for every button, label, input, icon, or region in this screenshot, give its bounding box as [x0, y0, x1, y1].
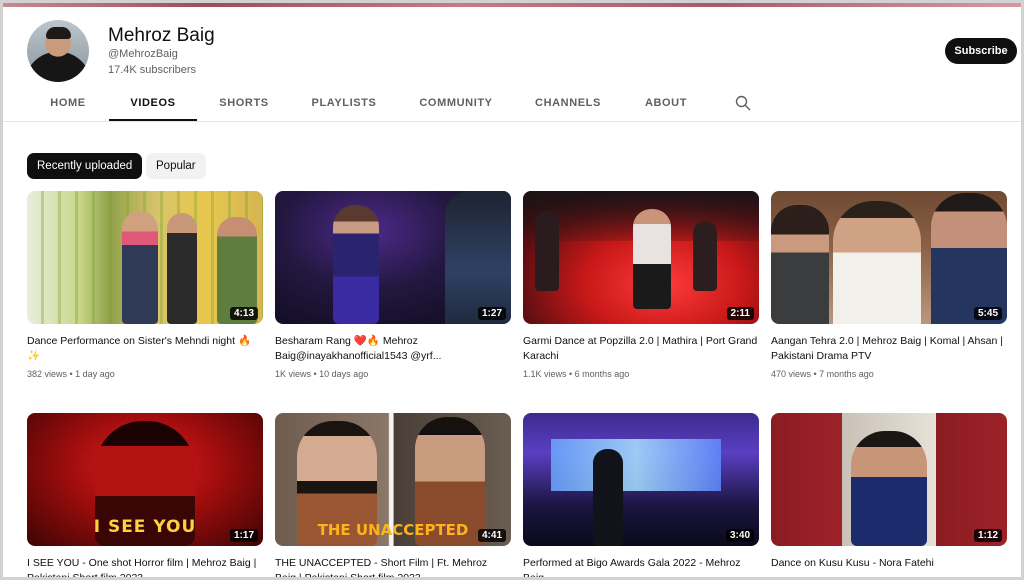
video-duration: 1:12 [973, 529, 1002, 542]
chip-recently-uploaded[interactable]: Recently uploaded [27, 153, 143, 179]
thumbnail-overlay-text: THE UNACCEPTED [317, 521, 469, 539]
tab-videos[interactable]: VIDEOS [109, 88, 197, 121]
video-thumbnail[interactable]: THE UNACCEPTED 4:41 [275, 413, 511, 546]
video-thumbnail[interactable]: I SEE YOU 1:17 [27, 413, 263, 546]
video-meta: 470 views • 7 months ago [771, 369, 874, 379]
video-duration: 5:45 [973, 307, 1002, 320]
video-card[interactable]: 1:27 Besharam Rang ❤️🔥 Mehroz Baig@inaya… [275, 191, 511, 379]
video-card[interactable]: I SEE YOU 1:17 I SEE YOU - One shot Horr… [27, 413, 263, 580]
video-meta: 1K views • 10 days ago [275, 369, 369, 379]
video-card[interactable]: THE UNACCEPTED 4:41 THE UNACCEPTED - Sho… [275, 413, 511, 580]
video-duration: 2:11 [726, 307, 754, 320]
tab-about[interactable]: ABOUT [636, 88, 696, 121]
tab-community[interactable]: COMMUNITY [412, 88, 500, 121]
video-title[interactable]: I SEE YOU - One shot Horror film | Mehro… [27, 556, 263, 580]
video-title[interactable]: Aangan Tehra 2.0 | Mehroz Baig | Komal |… [771, 334, 1007, 364]
video-card[interactable]: 4:13 Dance Performance on Sister's Mehnd… [27, 191, 263, 379]
subscribe-button[interactable]: Subscribe [945, 38, 1017, 64]
video-duration: 3:40 [725, 529, 754, 542]
video-card[interactable]: 2:11 Garmi Dance at Popzilla 2.0 | Mathi… [523, 191, 759, 379]
channel-header: Mehroz Baig @MehrozBaig 17.4K subscriber… [27, 17, 1017, 87]
search-icon[interactable] [735, 95, 751, 111]
video-card[interactable]: 1:12 Dance on Kusu Kusu - Nora Fatehi [771, 413, 1007, 580]
video-duration: 1:27 [477, 307, 506, 320]
tabs-divider [3, 121, 1021, 122]
video-title[interactable]: Performed at Bigo Awards Gala 2022 - Meh… [523, 556, 759, 580]
video-meta: 382 views • 1 day ago [27, 369, 115, 379]
video-thumbnail[interactable]: 4:13 [27, 191, 263, 324]
tab-shorts[interactable]: SHORTS [212, 88, 276, 121]
tab-playlists[interactable]: PLAYLISTS [304, 88, 384, 121]
tab-home[interactable]: HOME [36, 88, 100, 121]
tab-channels[interactable]: CHANNELS [530, 88, 606, 121]
video-thumbnail[interactable]: 1:27 [275, 191, 511, 324]
chip-popular[interactable]: Popular [146, 153, 206, 179]
video-thumbnail[interactable]: 1:12 [771, 413, 1007, 546]
video-title[interactable]: THE UNACCEPTED - Short Film | Ft. Mehroz… [275, 556, 511, 580]
channel-tabs: HOME VIDEOS SHORTS PLAYLISTS COMMUNITY C… [36, 88, 1016, 122]
video-meta: 1.1K views • 6 months ago [523, 369, 630, 379]
video-duration: 1:17 [229, 529, 258, 542]
video-thumbnail[interactable]: 5:45 [771, 191, 1007, 324]
channel-handle: @MehrozBaig [108, 48, 178, 60]
channel-avatar[interactable] [27, 20, 89, 82]
video-duration: 4:13 [229, 307, 258, 320]
video-card[interactable]: 3:40 Performed at Bigo Awards Gala 2022 … [523, 413, 759, 580]
subscriber-count: 17.4K subscribers [108, 64, 197, 76]
video-card[interactable]: 5:45 Aangan Tehra 2.0 | Mehroz Baig | Ko… [771, 191, 1007, 379]
thumbnail-overlay-text: I SEE YOU [93, 517, 197, 537]
video-title[interactable]: Garmi Dance at Popzilla 2.0 | Mathira | … [523, 334, 759, 364]
video-title[interactable]: Dance Performance on Sister's Mehndi nig… [27, 334, 263, 364]
channel-name: Mehroz Baig [108, 25, 215, 46]
video-title[interactable]: Besharam Rang ❤️🔥 Mehroz Baig@inayakhano… [275, 334, 511, 364]
video-title[interactable]: Dance on Kusu Kusu - Nora Fatehi [771, 556, 1007, 580]
video-duration: 4:41 [477, 529, 506, 542]
video-thumbnail[interactable]: 3:40 [523, 413, 759, 546]
channel-banner-strip [0, 0, 1024, 7]
video-thumbnail[interactable]: 2:11 [523, 191, 759, 324]
